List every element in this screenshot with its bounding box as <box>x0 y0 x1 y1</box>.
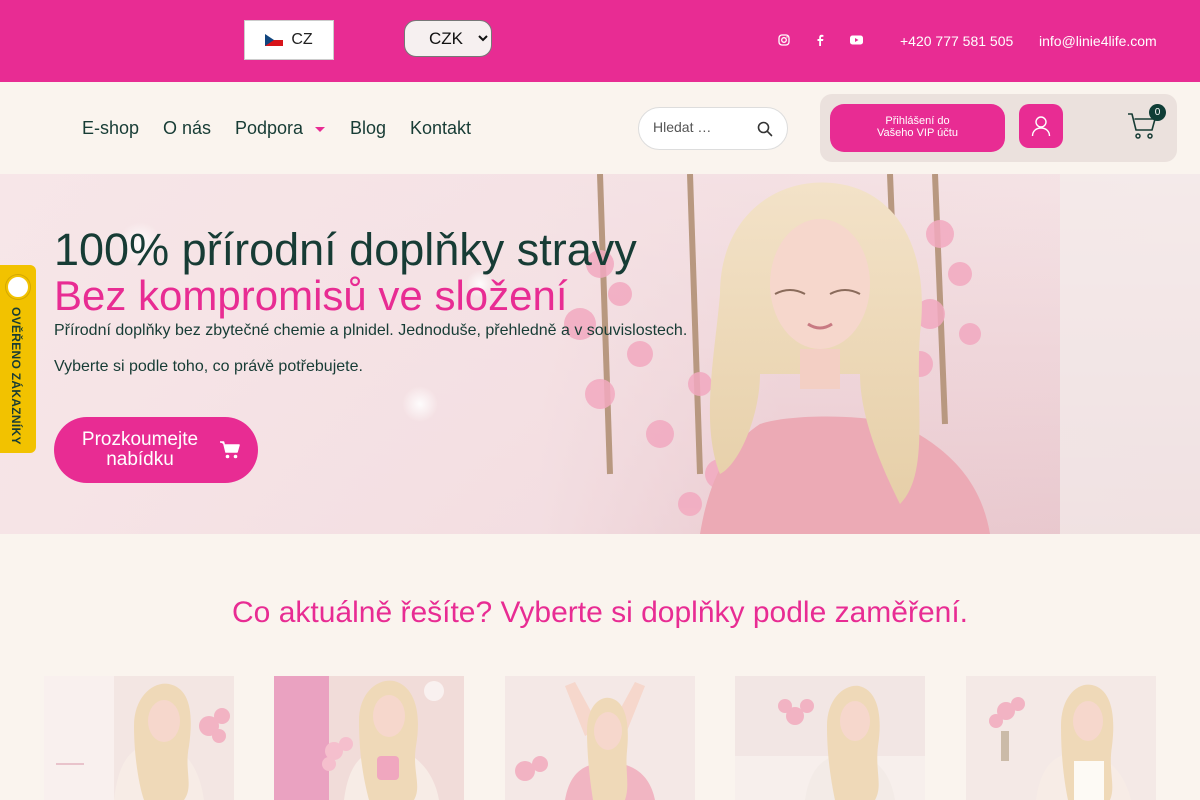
hero-subtitle: Bez kompromisů ve složení <box>54 272 568 319</box>
nav-item-label: Blog <box>350 118 387 138</box>
language-selector[interactable]: CZ <box>244 20 334 60</box>
facebook-icon[interactable] <box>813 33 827 47</box>
phone-link[interactable]: +420 777 581 505 <box>900 33 1013 49</box>
account-panel: Přihlášení do Vašeho VIP účtu 0 <box>820 94 1177 162</box>
verified-badge-label: OVĚŘENO ZÁKAZNÍKY <box>9 307 23 445</box>
verified-seal-icon <box>6 275 30 299</box>
nav-item-label: O nás <box>163 118 212 138</box>
top-bar: CZ CZK +420 777 581 505 info@linie4life.… <box>0 0 1200 82</box>
hero-banner: 100% přírodní doplňky stravy Bez komprom… <box>0 174 1200 534</box>
explore-offer-button[interactable]: Prozkoumejte nabídku <box>54 417 258 483</box>
nav-item-label: E-shop <box>82 118 140 138</box>
language-label: CZ <box>291 31 313 48</box>
hero-description-secondary: Vyberte si podle toho, co právě potřebuj… <box>54 358 363 375</box>
category-image <box>966 676 1156 800</box>
hero-description: Přírodní doplňky bez zbytečné chemie a p… <box>54 322 688 339</box>
hero-title: 100% přírodní doplňky stravy <box>54 224 637 275</box>
currency-select[interactable]: CZK <box>404 20 492 57</box>
youtube-icon[interactable] <box>849 33 863 47</box>
explore-offer-label: Prozkoumejte nabídku <box>81 429 199 470</box>
cart-count-badge: 0 <box>1149 104 1166 121</box>
cart-icon <box>220 441 240 459</box>
category-image <box>274 676 464 800</box>
search-box <box>638 107 788 150</box>
category-image <box>735 676 925 800</box>
category-section-title: Co aktuálně řešíte? Vyberte si doplňky p… <box>232 596 968 629</box>
category-card[interactable] <box>966 676 1156 800</box>
category-card[interactable] <box>505 676 695 800</box>
category-image <box>505 676 695 800</box>
nav-item-kontakt[interactable]: Kontakt <box>410 118 471 139</box>
nav-item-eshop[interactable]: E-shop <box>82 118 139 139</box>
category-card[interactable] <box>735 676 925 800</box>
nav-item-podpora[interactable]: Podpora <box>235 118 327 139</box>
chevron-down-icon <box>315 126 326 132</box>
category-image <box>44 676 234 800</box>
user-account-button[interactable] <box>1019 104 1063 148</box>
user-icon <box>1031 116 1051 137</box>
email-link[interactable]: info@linie4life.com <box>1039 33 1157 49</box>
vip-login-button[interactable]: Přihlášení do Vašeho VIP účtu <box>830 104 1005 152</box>
search-icon[interactable] <box>757 121 773 137</box>
nav-item-blog[interactable]: Blog <box>350 118 386 139</box>
category-card[interactable] <box>274 676 464 800</box>
czech-flag-icon <box>265 34 284 46</box>
main-navigation: E-shop O nás Podpora Blog Kontakt Přihlá… <box>0 82 1200 174</box>
nav-item-label: Kontakt <box>410 118 472 138</box>
verified-customers-badge[interactable]: OVĚŘENO ZÁKAZNÍKY <box>0 265 36 453</box>
instagram-icon[interactable] <box>777 33 791 47</box>
nav-item-label: Podpora <box>235 118 304 138</box>
nav-item-o-nas[interactable]: O nás <box>163 118 211 139</box>
search-input[interactable] <box>653 119 753 135</box>
category-card[interactable] <box>44 676 234 800</box>
